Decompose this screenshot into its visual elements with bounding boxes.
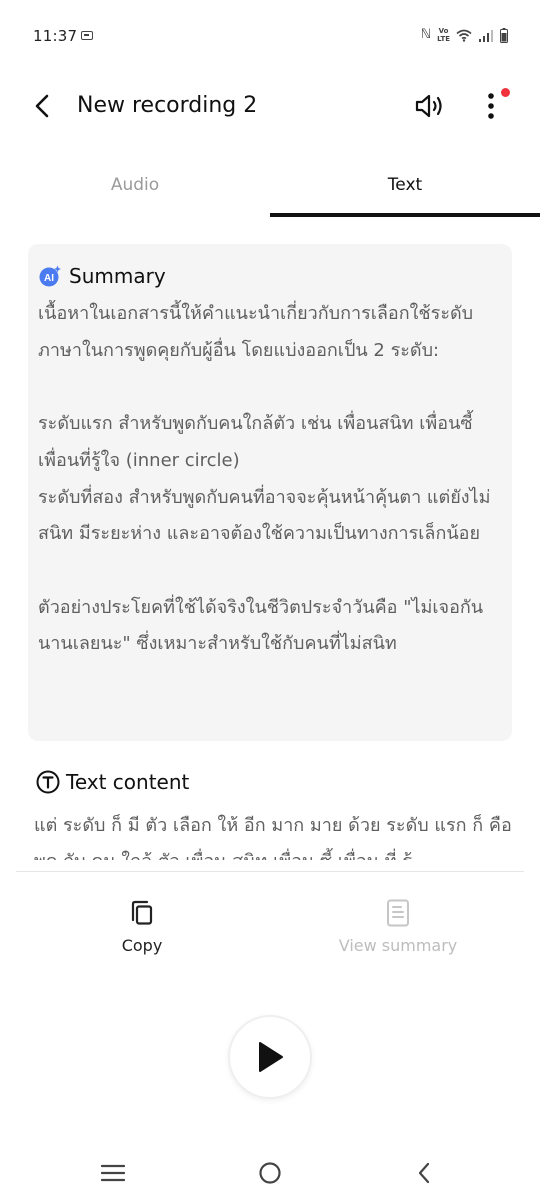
tab-text[interactable]: Text xyxy=(270,162,540,216)
speaker-icon xyxy=(415,94,442,118)
nav-home-button[interactable] xyxy=(250,1158,290,1188)
screen: 11:37 ℕ Vo LTE New recording 2 Audio Tex… xyxy=(0,0,540,1200)
signal-icon xyxy=(479,29,493,42)
nav-back-icon xyxy=(418,1162,430,1184)
copy-label: Copy xyxy=(121,936,163,955)
tab-text-label: Text xyxy=(387,175,423,195)
view-summary-label: View summary xyxy=(338,936,458,955)
nav-recents-button[interactable] xyxy=(93,1158,133,1188)
wifi-icon xyxy=(456,29,472,42)
volte-bottom-text: LTE xyxy=(437,35,450,43)
more-options-button[interactable] xyxy=(478,90,504,122)
app-header: New recording 2 xyxy=(0,72,540,142)
recents-icon xyxy=(101,1164,125,1182)
back-button[interactable] xyxy=(28,92,56,120)
tab-active-indicator xyxy=(270,213,540,217)
speaker-button[interactable] xyxy=(412,90,448,122)
home-icon xyxy=(259,1162,281,1184)
text-content-body: แต่ ระดับ ก็ มี ตัว เลือก ให้ อีก มาก มา… xyxy=(34,815,512,860)
text-content-preview: แต่ ระดับ ก็ มี ตัว เลือก ให้ อีก มาก มา… xyxy=(34,808,514,860)
copy-icon xyxy=(127,898,157,928)
text-t-circle-icon xyxy=(36,770,60,794)
actions-divider xyxy=(16,871,524,872)
view-summary-button[interactable]: View summary xyxy=(318,898,478,956)
ai-sparkle-icon: AI xyxy=(39,265,61,287)
volte-icon: Vo LTE xyxy=(437,27,450,43)
tab-bar: Audio Text xyxy=(0,162,540,220)
notification-badge xyxy=(501,88,510,97)
more-vert-icon xyxy=(488,93,494,119)
summary-card: AI Summary เนื้อหาในเอกสารนี้ให้คำแนะนำเ… xyxy=(28,244,512,741)
copy-button[interactable]: Copy xyxy=(62,898,222,956)
document-icon xyxy=(383,898,413,928)
nav-back-button[interactable] xyxy=(404,1158,444,1188)
summary-title: Summary xyxy=(69,264,166,288)
back-arrow-icon xyxy=(35,94,49,118)
svg-text:AI: AI xyxy=(44,273,54,284)
nfc-icon: ℕ xyxy=(420,27,432,42)
battery-icon xyxy=(500,27,508,43)
status-bar: 11:37 ℕ Vo LTE xyxy=(0,0,540,72)
text-content-title: Text content xyxy=(66,770,190,794)
volte-top-text: Vo xyxy=(438,27,449,35)
play-icon xyxy=(259,1042,283,1072)
status-time: 11:37 xyxy=(33,27,78,45)
page-title: New recording 2 xyxy=(77,93,258,118)
status-icons: ℕ Vo LTE xyxy=(421,27,508,43)
notification-icon xyxy=(81,31,93,40)
system-nav-bar xyxy=(0,1140,540,1200)
tab-audio[interactable]: Audio xyxy=(0,162,270,216)
summary-header: AI Summary xyxy=(39,264,166,288)
play-button[interactable] xyxy=(228,1015,312,1099)
summary-text: เนื้อหาในเอกสารนี้ให้คำแนะนำเกี่ยวกับการ… xyxy=(38,303,491,655)
tab-audio-label: Audio xyxy=(110,175,160,195)
text-content-header: Text content xyxy=(36,769,189,795)
